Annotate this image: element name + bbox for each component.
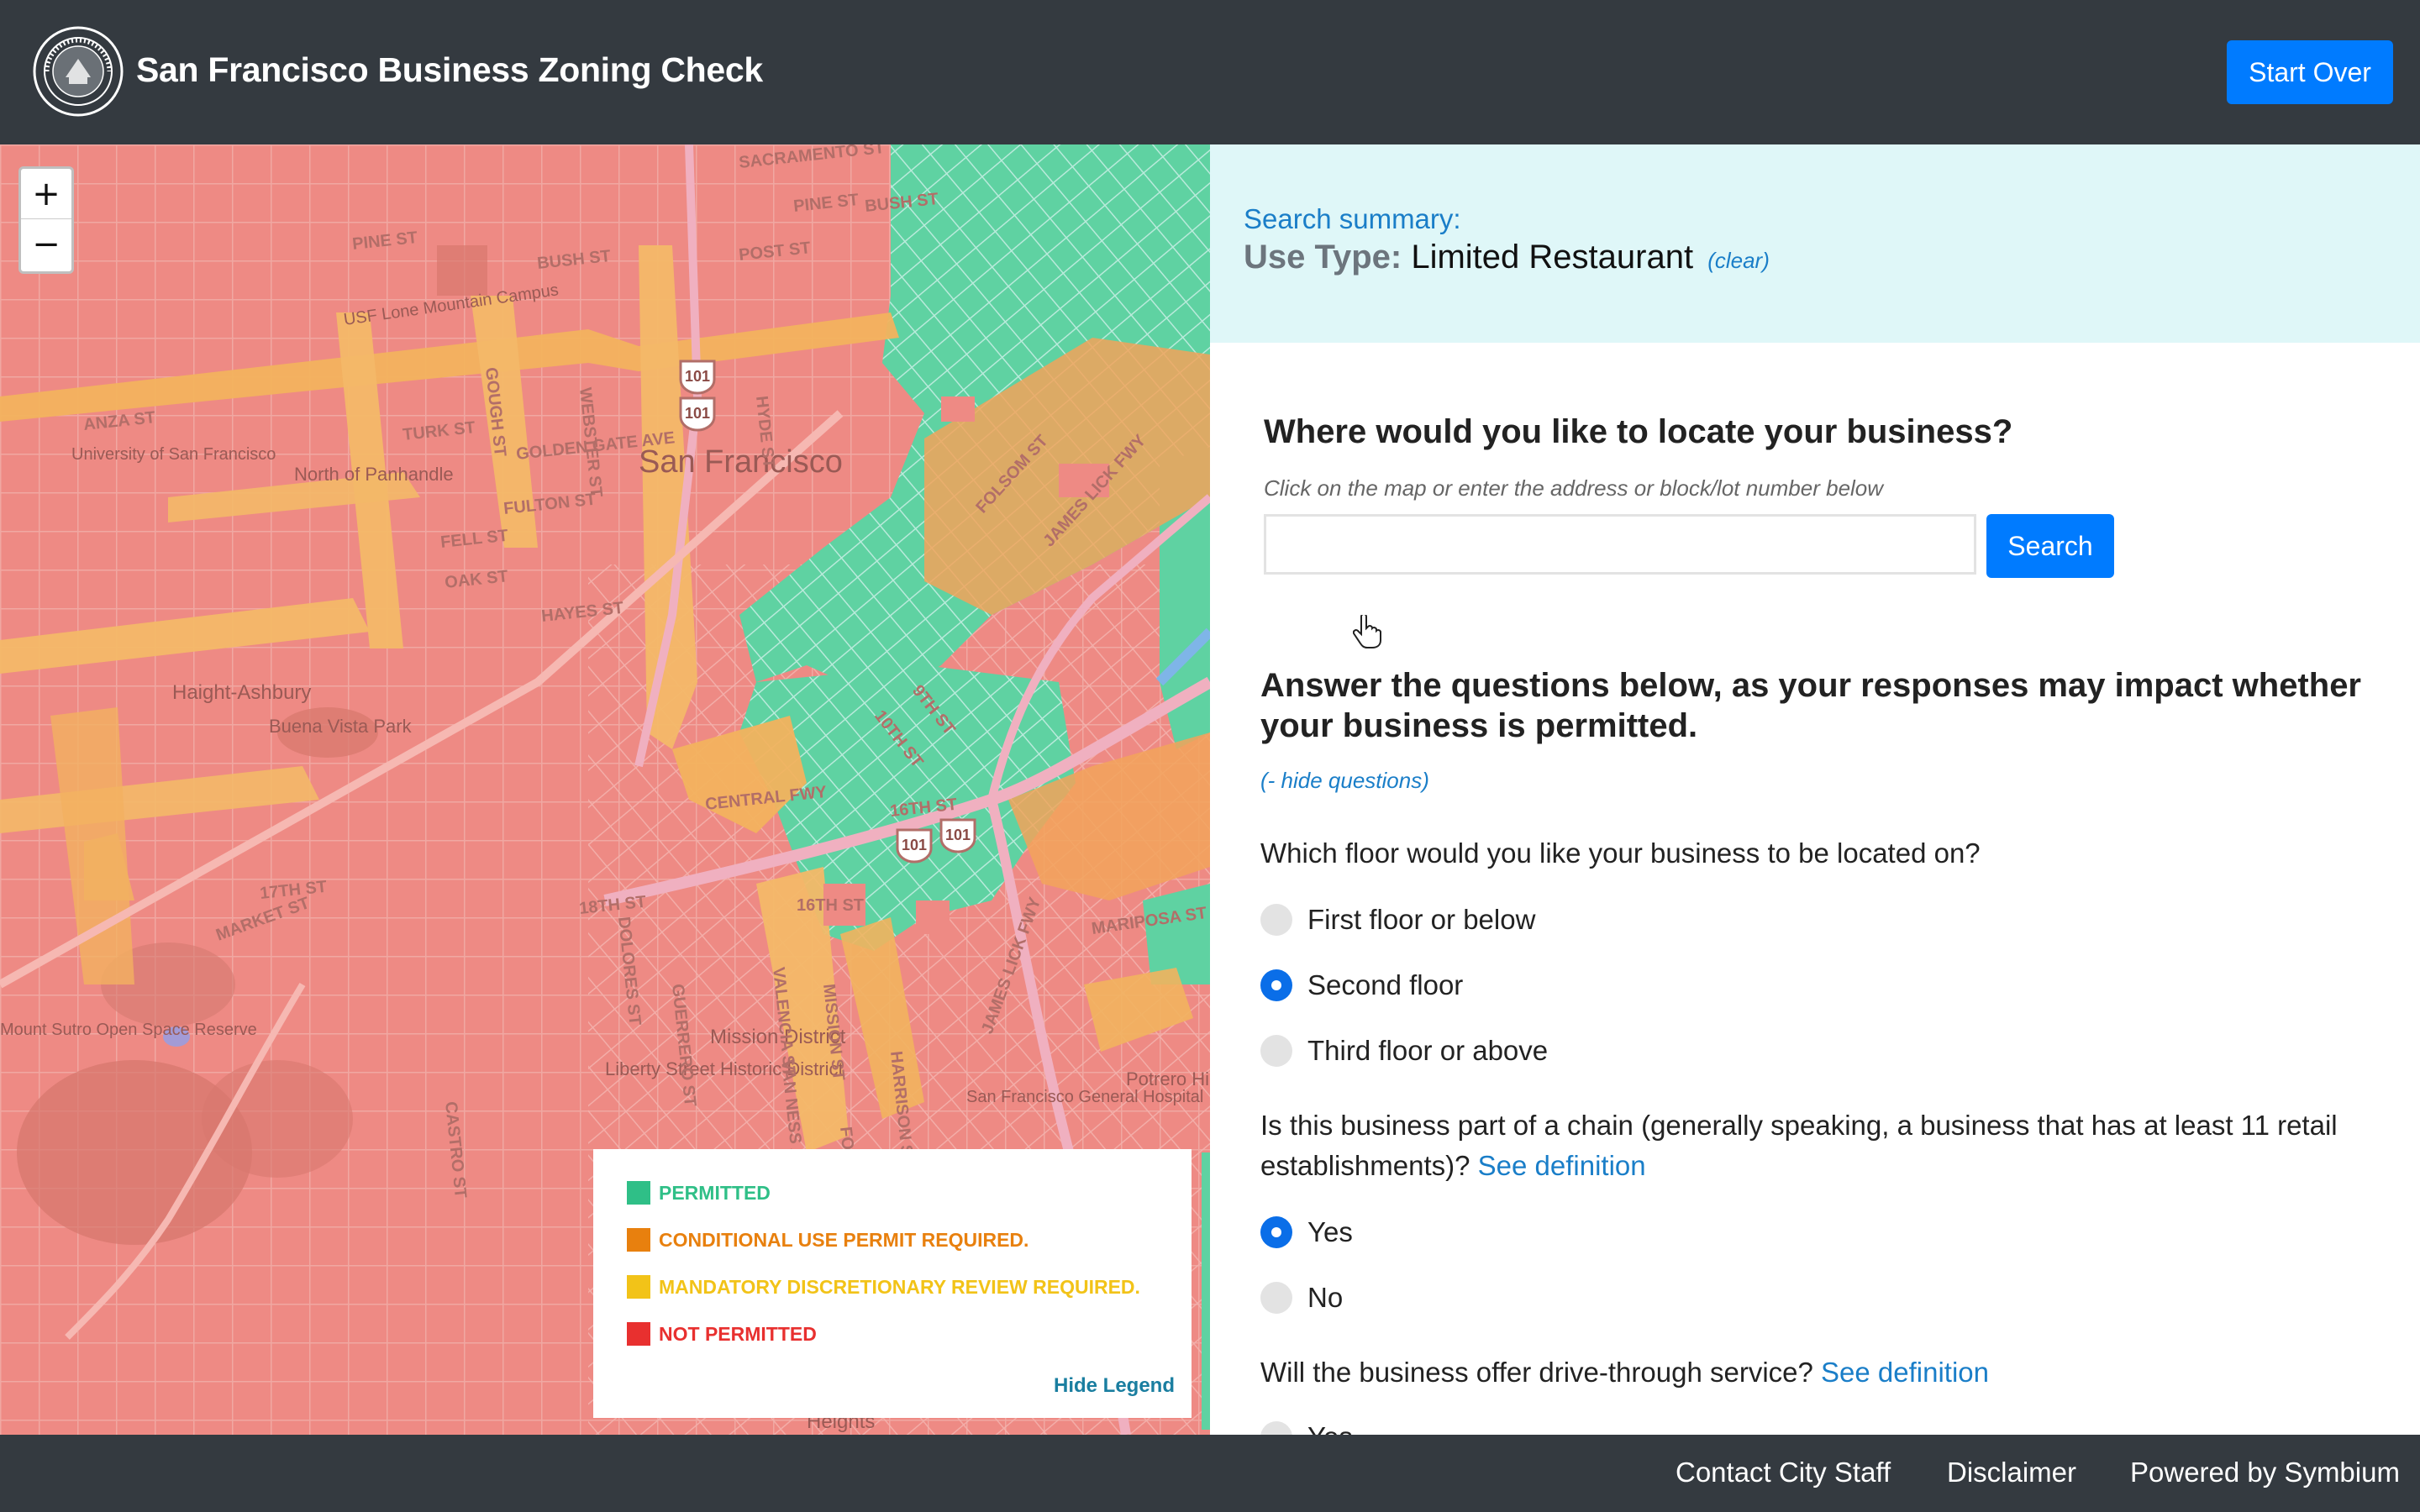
option-label: Yes xyxy=(1307,1421,1353,1435)
svg-text:101: 101 xyxy=(902,837,927,853)
legend-swatch-permitted xyxy=(627,1181,650,1205)
svg-text:North of Panhandle: North of Panhandle xyxy=(294,464,454,485)
svg-text:Mount Sutro Open Space Reserve: Mount Sutro Open Space Reserve xyxy=(0,1021,257,1039)
map-legend: PERMITTED CONDITIONAL USE PERMIT REQUIRE… xyxy=(593,1149,1192,1418)
top-navbar: San Francisco Business Zoning Check Star… xyxy=(0,0,2420,144)
radio-button[interactable] xyxy=(1260,1282,1292,1314)
start-over-button[interactable]: Start Over xyxy=(2227,40,2393,104)
legend-label: CONDITIONAL USE PERMIT REQUIRED. xyxy=(659,1228,1029,1251)
footer: Contact City Staff Disclaimer Powered by… xyxy=(0,1435,2420,1512)
use-type-line: Use Type: Limited Restaurant (clear) xyxy=(1244,239,1770,276)
questionnaire-panel: Where would you like to locate your busi… xyxy=(1210,343,2420,1435)
powered-by-symbium-link[interactable]: Powered by Symbium xyxy=(2130,1457,2400,1488)
city-seal-logo xyxy=(33,26,124,117)
chain-question-text: Is this business part of a chain (genera… xyxy=(1260,1110,2338,1181)
legend-label: PERMITTED xyxy=(659,1181,771,1204)
use-type-value: Limited Restaurant xyxy=(1411,239,1694,276)
hide-legend-link[interactable]: Hide Legend xyxy=(1054,1374,1175,1398)
legend-swatch-conditional-use xyxy=(627,1228,650,1252)
option-label: First floor or below xyxy=(1307,904,1536,935)
address-search-input[interactable] xyxy=(1264,514,1976,575)
option-label: Second floor xyxy=(1307,969,1464,1000)
floor-question: Which floor would you like your business… xyxy=(1260,837,1981,869)
search-summary-label: Search summary: xyxy=(1244,203,1461,234)
floor-option-third[interactable]: Third floor or above xyxy=(1260,1035,1548,1067)
hand-cursor-icon xyxy=(1353,615,1381,648)
legend-item-conditional-use: CONDITIONAL USE PERMIT REQUIRED. xyxy=(627,1228,1028,1252)
floor-option-second[interactable]: Second floor xyxy=(1260,969,1463,1001)
svg-text:San Francisco General Hospital: San Francisco General Hospital xyxy=(966,1088,1203,1106)
chain-see-definition-link[interactable]: See definition xyxy=(1478,1150,1646,1181)
legend-item-not-permitted: NOT PERMITTED xyxy=(627,1322,817,1346)
legend-label: MANDATORY DISCRETIONARY REVIEW REQUIRED. xyxy=(659,1275,1140,1298)
svg-text:101: 101 xyxy=(685,405,710,422)
chain-question: Is this business part of a chain (genera… xyxy=(1260,1105,2386,1186)
svg-text:16TH ST: 16TH ST xyxy=(797,896,864,915)
use-type-label: Use Type: xyxy=(1244,239,1402,276)
svg-text:Buena Vista Park: Buena Vista Park xyxy=(269,716,413,737)
search-summary: Search summary: Use Type: Limited Restau… xyxy=(1210,144,2420,343)
search-button[interactable]: Search xyxy=(1986,514,2114,578)
option-label: Yes xyxy=(1307,1216,1353,1247)
option-label: No xyxy=(1307,1282,1344,1313)
svg-text:Haight-Ashbury: Haight-Ashbury xyxy=(172,681,311,704)
disclaimer-link[interactable]: Disclaimer xyxy=(1947,1457,2076,1488)
legend-swatch-not-permitted xyxy=(627,1322,650,1346)
hide-questions-link[interactable]: (- hide questions) xyxy=(1260,768,1429,794)
clear-use-type-link[interactable]: (clear) xyxy=(1707,248,1770,273)
radio-button[interactable] xyxy=(1260,1035,1292,1067)
svg-text:Liberty Street Historic Distri: Liberty Street Historic District xyxy=(605,1058,844,1079)
drive-through-question-text: Will the business offer drive-through se… xyxy=(1260,1357,1813,1388)
questions-heading: Answer the questions below, as your resp… xyxy=(1260,667,2361,744)
chain-option-yes[interactable]: Yes xyxy=(1260,1216,1353,1248)
location-hint: Click on the map or enter the address or… xyxy=(1264,475,1884,501)
radio-button[interactable] xyxy=(1260,1421,1292,1435)
drive-through-see-definition-link[interactable]: See definition xyxy=(1821,1357,1989,1388)
svg-text:101: 101 xyxy=(685,368,710,385)
option-label: Third floor or above xyxy=(1307,1035,1549,1066)
legend-item-permitted: PERMITTED xyxy=(627,1181,771,1205)
legend-item-discretionary-review: MANDATORY DISCRETIONARY REVIEW REQUIRED. xyxy=(627,1275,1140,1299)
location-heading: Where would you like to locate your busi… xyxy=(1264,413,2013,450)
radio-button-selected[interactable] xyxy=(1260,969,1292,1001)
svg-text:101: 101 xyxy=(945,827,971,843)
zoom-control: + − xyxy=(18,166,74,274)
drive-through-option-yes[interactable]: Yes xyxy=(1260,1421,1353,1435)
svg-text:Potrero Hill: Potrero Hill xyxy=(1126,1068,1210,1089)
contact-city-staff-link[interactable]: Contact City Staff xyxy=(1676,1457,1891,1488)
legend-label: NOT PERMITTED xyxy=(659,1322,817,1345)
legend-swatch-discretionary-review xyxy=(627,1275,650,1299)
app-title: San Francisco Business Zoning Check xyxy=(136,50,763,89)
radio-button[interactable] xyxy=(1260,904,1292,936)
floor-option-first[interactable]: First floor or below xyxy=(1260,904,1535,936)
zoom-out-button[interactable]: − xyxy=(21,219,71,270)
chain-option-no[interactable]: No xyxy=(1260,1282,1343,1314)
map-label-san-francisco: San Francisco xyxy=(639,444,843,480)
svg-text:University of San Francisco: University of San Francisco xyxy=(71,445,276,464)
zoom-in-button[interactable]: + xyxy=(21,169,71,219)
radio-button-selected[interactable] xyxy=(1260,1216,1292,1248)
drive-through-question: Will the business offer drive-through se… xyxy=(1260,1352,2386,1393)
zoning-map[interactable]: San Francisco USF Lone Mountain Campus U… xyxy=(0,144,1210,1435)
